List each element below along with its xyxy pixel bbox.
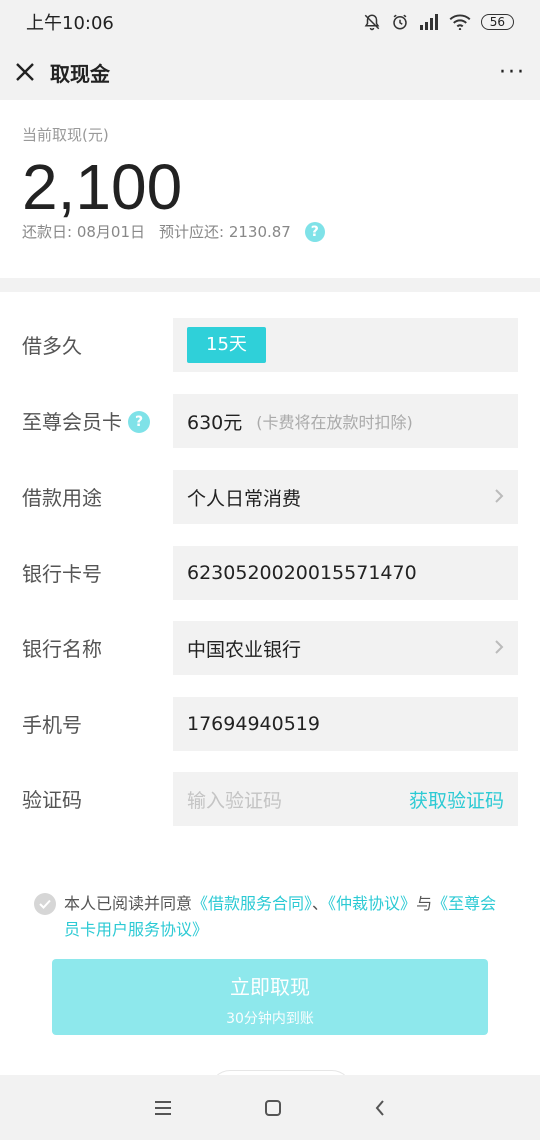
status-bar: 上午10:06 56 <box>0 0 540 44</box>
top-nav-bar: 取现金 ··· <box>0 44 540 100</box>
arbitration-link[interactable]: 《仲裁协议》 <box>328 894 416 913</box>
agreement: 本人已阅读并同意《借款服务合同》、《仲裁协议》与《至尊会员卡用户服务协议》 <box>34 891 504 943</box>
repay-date: 还款日: 08月01日 <box>22 223 145 241</box>
membership-label: 至尊会员卡 <box>22 410 122 434</box>
card-number-label: 银行卡号 <box>22 562 102 586</box>
card-number-value: 6230520020015571470 <box>187 562 417 584</box>
get-code-button[interactable]: 获取验证码 <box>409 786 504 813</box>
withdraw-button[interactable]: 立即取现 30分钟内到账 <box>52 959 488 1035</box>
membership-row: 至尊会员卡 ? 630元 (卡费将在放款时扣除) <box>0 394 540 450</box>
duration-row: 借多久 15天 <box>0 318 540 374</box>
bank-name-select[interactable]: 中国农业银行 <box>173 621 518 675</box>
bell-off-icon <box>363 13 381 31</box>
alarm-icon <box>391 13 409 31</box>
battery-indicator: 56 <box>480 14 514 30</box>
menu-icon[interactable] <box>154 1100 172 1116</box>
code-label: 验证码 <box>22 788 82 812</box>
close-icon[interactable] <box>14 61 36 83</box>
code-field: 输入验证码 获取验证码 <box>173 772 518 826</box>
more-options-icon[interactable]: ··· <box>499 60 526 85</box>
purpose-select[interactable]: 个人日常消费 <box>173 470 518 524</box>
phone-value: 17694940519 <box>187 713 320 735</box>
repay-info: 还款日: 08月01日 预计应还: 2130.87 ? <box>22 221 518 242</box>
code-row: 验证码 输入验证码 获取验证码 <box>0 772 540 828</box>
membership-label-wrap: 至尊会员卡 ? <box>22 394 150 450</box>
purpose-label: 借款用途 <box>22 486 102 510</box>
duration-label: 借多久 <box>22 334 82 358</box>
withdraw-button-sub: 30分钟内到账 <box>226 1011 314 1027</box>
agreement-checkbox[interactable] <box>34 893 56 915</box>
phone-field[interactable]: 17694940519 <box>173 697 518 751</box>
home-icon[interactable] <box>264 1099 282 1117</box>
status-time: 上午10:06 <box>26 13 114 34</box>
bank-name-row: 银行名称 中国农业银行 <box>0 621 540 677</box>
loan-contract-link[interactable]: 《借款服务合同》 <box>192 894 312 913</box>
amount-value: 2,100 <box>22 151 183 223</box>
amount-label: 当前取现(元) <box>22 126 109 144</box>
chevron-right-icon <box>494 636 504 661</box>
membership-help-icon[interactable]: ? <box>128 411 150 433</box>
agreement-prefix: 本人已阅读并同意 <box>64 894 193 913</box>
membership-note: (卡费将在放款时扣除) <box>256 413 413 432</box>
purpose-value: 个人日常消费 <box>187 487 302 510</box>
agreement-sep1: 、 <box>312 894 329 913</box>
chevron-right-icon <box>494 485 504 510</box>
phone-label: 手机号 <box>22 713 82 737</box>
repay-help-icon[interactable]: ? <box>304 221 325 242</box>
card-number-field[interactable]: 6230520020015571470 <box>173 546 518 600</box>
agreement-sep2: 与 <box>416 894 433 913</box>
card-number-row: 银行卡号 6230520020015571470 <box>0 546 540 602</box>
bank-name-value: 中国农业银行 <box>187 638 302 661</box>
status-icons: 56 <box>363 13 514 31</box>
duration-field: 15天 <box>173 318 518 372</box>
loan-form: 借多久 15天 至尊会员卡 ? 630元 (卡费将在放款时扣除) 借款用途 个人… <box>0 292 540 1075</box>
back-icon[interactable] <box>374 1099 386 1117</box>
membership-field: 630元 (卡费将在放款时扣除) <box>173 394 518 448</box>
expected-repay: 预计应还: 2130.87 <box>159 223 291 241</box>
membership-fee: 630元 <box>187 411 243 434</box>
system-nav-bar <box>0 1075 540 1140</box>
bank-name-label: 银行名称 <box>22 637 102 661</box>
signal-icon <box>419 14 439 30</box>
code-input[interactable]: 输入验证码 <box>187 786 409 813</box>
purpose-row: 借款用途 个人日常消费 <box>0 470 540 526</box>
wifi-icon <box>449 14 471 30</box>
duration-option-15[interactable]: 15天 <box>187 327 266 363</box>
amount-summary-card: 当前取现(元) 2,100 还款日: 08月01日 预计应还: 2130.87 … <box>0 100 540 278</box>
phone-row: 手机号 17694940519 <box>0 697 540 753</box>
page-title: 取现金 <box>50 61 110 86</box>
withdraw-button-label: 立即取现 <box>230 975 310 999</box>
